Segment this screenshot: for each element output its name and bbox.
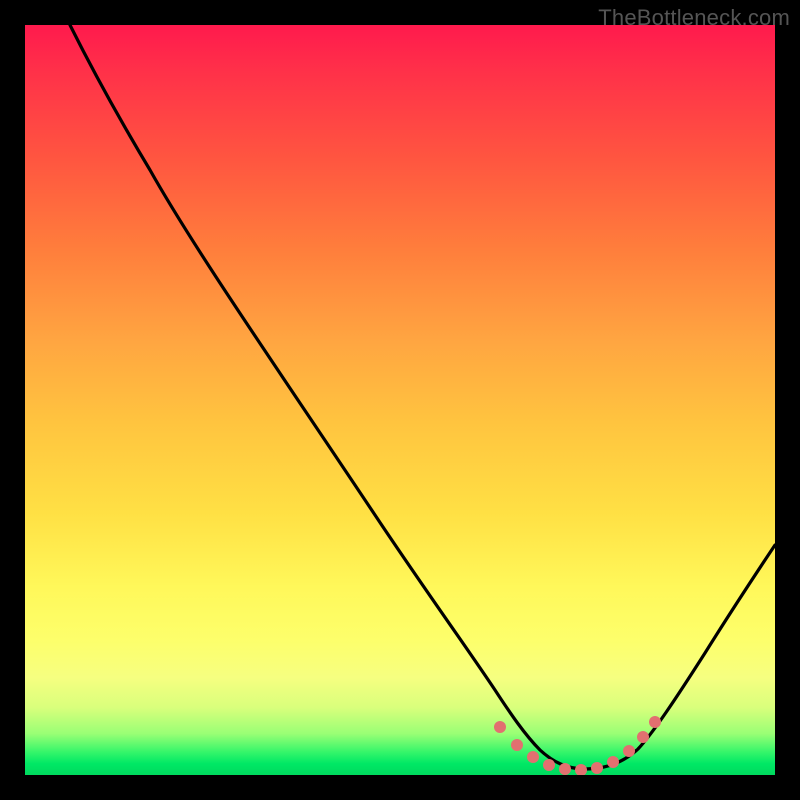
bottleneck-curve-svg <box>25 25 775 775</box>
chart-area <box>25 25 775 775</box>
bottleneck-curve-path <box>70 25 775 769</box>
